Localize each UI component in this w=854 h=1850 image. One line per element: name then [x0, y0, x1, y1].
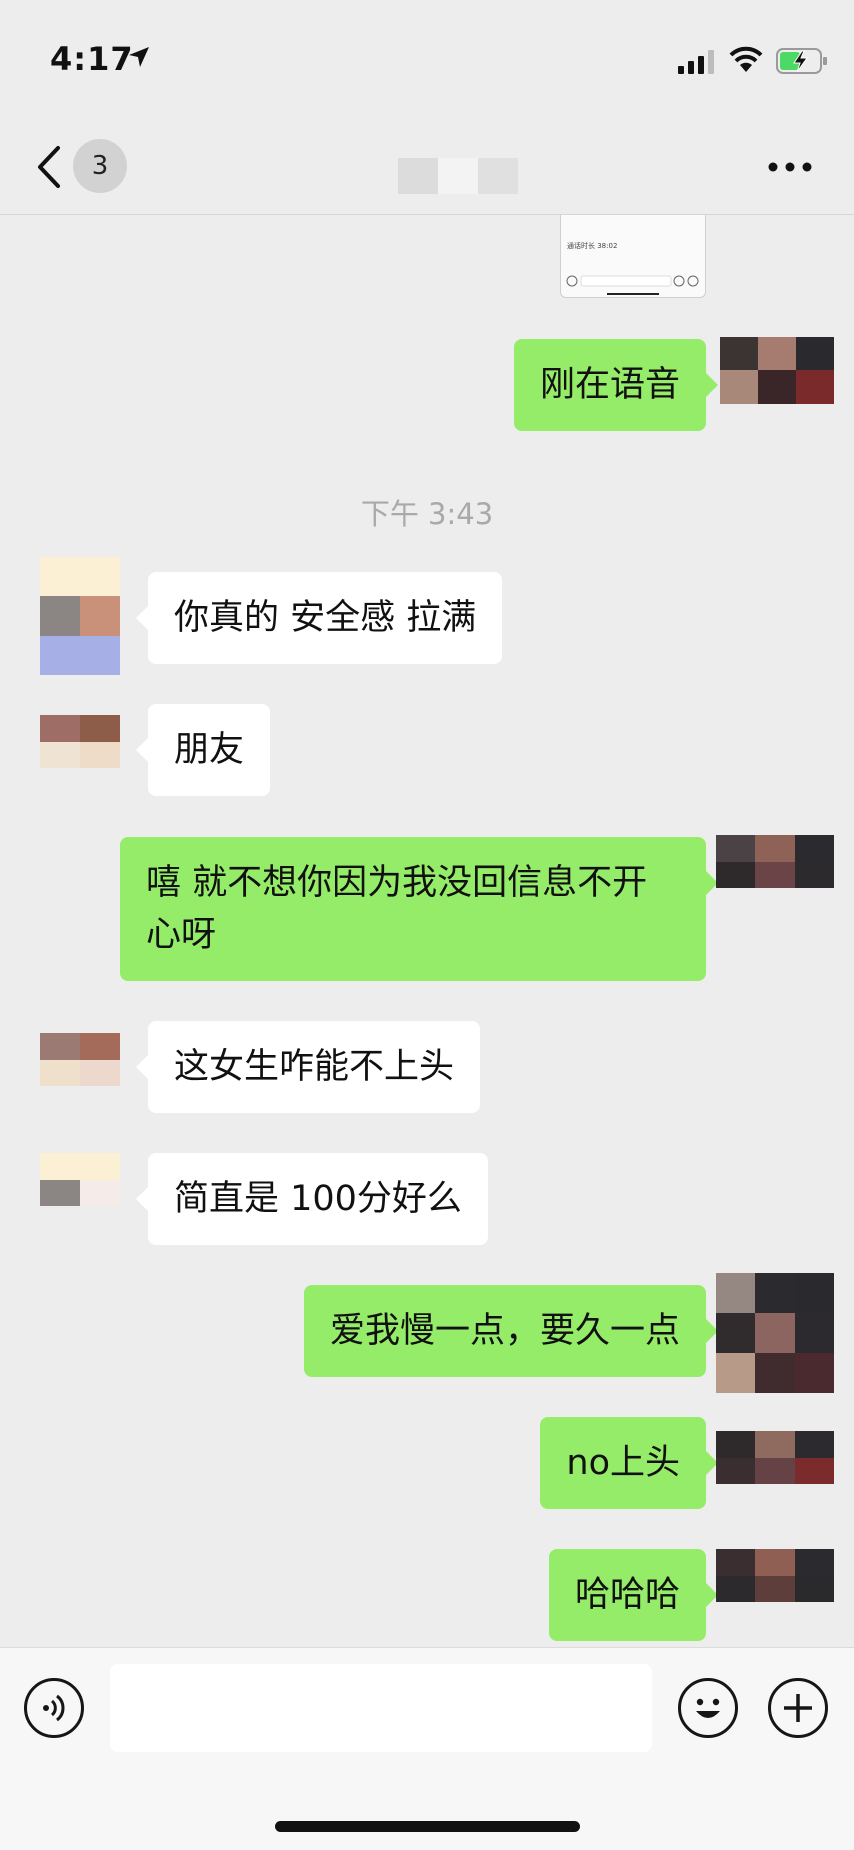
message-timestamp: 下午 3:43 — [360, 497, 494, 531]
wifi-icon — [729, 46, 763, 72]
screenshot-image-message[interactable]: 通话时长 38:02 — [560, 215, 706, 298]
avatar-contact[interactable] — [40, 1033, 120, 1113]
home-indicator[interactable] — [275, 1821, 580, 1832]
message-bubble-outgoing[interactable]: no上头 — [540, 1417, 718, 1509]
back-chevron-icon[interactable] — [34, 144, 64, 190]
call-duration-text: 通话时长 38:02 — [567, 242, 618, 250]
avatar-contact[interactable] — [40, 557, 120, 675]
chat-header: 3 — [0, 120, 854, 215]
thumbnail-home-bar — [607, 293, 659, 295]
message-bubble-incoming[interactable]: 这女生咋能不上头 — [135, 1021, 481, 1113]
message-bubble-incoming[interactable]: 简直是 100分好么 — [136, 1153, 488, 1245]
message-bubble-incoming[interactable]: 朋友 — [135, 704, 271, 796]
avatar-self[interactable] — [716, 1431, 834, 1511]
signal-icon — [678, 50, 714, 74]
chat-title-pixelated — [398, 158, 518, 194]
status-bar: 4:17 — [0, 0, 854, 120]
avatar-contact[interactable] — [40, 1153, 120, 1233]
message-bubble-incoming[interactable]: 你真的 安全感 拉满 — [135, 572, 503, 664]
avatar-self[interactable] — [720, 337, 834, 437]
thumbnail-input-row — [566, 275, 699, 287]
unread-count-badge[interactable]: 3 — [73, 139, 127, 193]
avatar-self[interactable] — [716, 1273, 834, 1393]
more-dots-icon[interactable] — [768, 162, 812, 172]
message-bubble-outgoing[interactable]: 嘻 就不想你因为我没回信息不开心呀 — [120, 837, 718, 981]
plus-icon[interactable] — [768, 1678, 828, 1738]
message-bubble-outgoing[interactable]: 刚在语音 — [513, 339, 719, 431]
avatar-self[interactable] — [716, 835, 834, 915]
avatar-contact[interactable] — [40, 715, 120, 795]
message-input[interactable] — [110, 1664, 652, 1752]
input-bar — [0, 1647, 854, 1850]
message-bubble-outgoing[interactable]: 哈哈哈 — [548, 1549, 719, 1641]
voice-icon[interactable] — [24, 1678, 84, 1738]
battery-charging-icon — [776, 48, 827, 74]
message-list[interactable]: 通话时长 38:02 刚在语音 下午 3:43 你真的 安全感 拉满 朋友 嘻 … — [0, 215, 854, 1647]
status-time: 4:17 — [50, 40, 134, 78]
message-bubble-outgoing[interactable]: 爱我慢一点，要久一点 — [303, 1285, 719, 1377]
emoji-icon[interactable] — [678, 1678, 738, 1738]
avatar-self[interactable] — [716, 1549, 834, 1629]
location-arrow-icon — [129, 47, 149, 67]
